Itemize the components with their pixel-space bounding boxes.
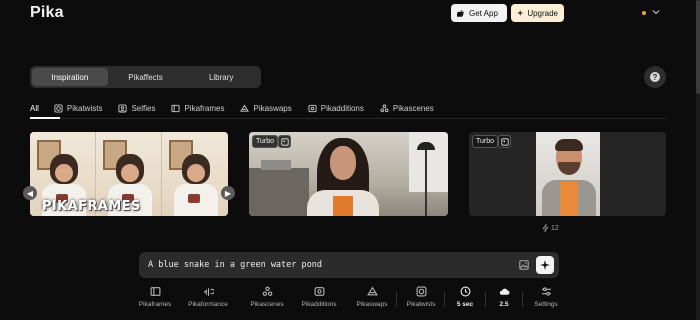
tool-pikaframes[interactable]: Pikaframes: [130, 286, 180, 312]
swap-icon: [240, 103, 250, 112]
chevron-down-icon[interactable]: [651, 7, 661, 17]
tool-label: Pikaformance: [188, 301, 228, 308]
category-selfies[interactable]: Selfies: [118, 104, 155, 113]
carousel-prev-button[interactable]: ◀: [23, 186, 37, 200]
scenes-icon: [380, 104, 389, 112]
prompt-input[interactable]: A blue snake in a green water pond: [148, 260, 322, 270]
gallery-card-turbo-woman[interactable]: Turbo: [249, 132, 448, 216]
cloud-icon: [499, 288, 509, 295]
twist-icon: [54, 103, 63, 113]
remix-icon: [500, 137, 509, 146]
get-app-button[interactable]: Get App: [451, 4, 507, 22]
clock-icon: [460, 286, 470, 297]
tool-pikaformance[interactable]: Pikaformance: [183, 286, 233, 312]
upgrade-button[interactable]: Upgrade: [511, 4, 564, 22]
tab-pikaffects[interactable]: Pikaffects: [108, 68, 184, 86]
carousel-next-button[interactable]: ▶: [221, 186, 235, 200]
sparkle-icon: [540, 260, 550, 270]
get-app-label: Get App: [469, 8, 498, 18]
remix-icon: [280, 137, 289, 146]
tool-label: Pikaframes: [138, 301, 172, 308]
category-pikatwists[interactable]: Pikatwists: [54, 103, 103, 113]
like-count-value: 12: [551, 224, 559, 232]
prompt-bar: A blue snake in a green water pond: [139, 252, 559, 278]
page-scrollbar[interactable]: [696, 0, 700, 320]
category-pikaswaps[interactable]: Pikaswaps: [240, 103, 292, 113]
bolt-icon: [542, 224, 549, 232]
category-pikascenes[interactable]: Pikascenes: [380, 104, 434, 113]
category-all[interactable]: All: [30, 104, 39, 113]
tab-library[interactable]: Library: [183, 68, 259, 86]
pikascenes-icon: [262, 286, 272, 296]
category-pikadditions[interactable]: Pikadditions: [308, 104, 364, 113]
help-icon: ?: [650, 72, 660, 82]
category-label: Pikascenes: [392, 103, 434, 113]
category-label: Pikaframes: [184, 103, 225, 113]
tool-label: 5 sec: [456, 301, 474, 308]
pikaswaps-icon: [366, 286, 378, 296]
tool-pikatwists[interactable]: Pikatwists: [396, 286, 446, 312]
sparkle-icon: [517, 9, 524, 17]
remix-button[interactable]: [278, 135, 291, 148]
tool-pikaswaps[interactable]: Pikaswaps: [347, 286, 397, 312]
category-divider: [30, 118, 666, 119]
upgrade-label: Upgrade: [527, 8, 558, 18]
tool-label: Pikascenes: [250, 301, 284, 308]
turbo-badge: Turbo: [472, 135, 499, 148]
tool-label: Pikatwists: [406, 301, 436, 308]
category-label: Pikatwists: [66, 103, 103, 113]
pika-logo[interactable]: Pika: [30, 4, 64, 22]
category-label: Selfies: [131, 103, 156, 113]
selfie-icon: [118, 103, 128, 113]
category-label: Pikadditions: [320, 103, 364, 113]
main-tabs: Inspiration Pikaffects Library: [30, 66, 261, 88]
apple-icon: [457, 9, 465, 17]
turbo-badge: Turbo: [252, 135, 279, 148]
gallery-card-turbo-man[interactable]: Turbo: [469, 132, 666, 216]
additions-icon: [308, 104, 317, 112]
category-label: All: [30, 103, 39, 113]
category-label: Pikaswaps: [253, 103, 292, 113]
pikaframes-icon: [150, 287, 160, 296]
frames-icon: [171, 104, 181, 112]
scrollbar-thumb[interactable]: [696, 0, 700, 94]
tab-inspiration[interactable]: Inspiration: [32, 68, 108, 86]
tool-settings[interactable]: Settings: [521, 286, 571, 312]
active-category-underline: [30, 117, 60, 119]
pika-page: Pika Get App Upgrade Inspiration Pikaffe…: [0, 0, 700, 320]
settings-icon: [541, 287, 551, 296]
tool-pikascenes[interactable]: Pikascenes: [242, 286, 292, 312]
pikadditions-icon: [314, 287, 324, 296]
gallery-card-pikaframes[interactable]: PIKAFRAMES: [30, 132, 228, 216]
category-filter-bar: All Pikatwists Selfies Pikaframes Pikasw…: [30, 100, 450, 116]
remix-button[interactable]: [498, 135, 511, 148]
tool-pikadditions[interactable]: Pikadditions: [294, 286, 344, 312]
image-upload-icon[interactable]: [519, 260, 529, 270]
category-pikaframes[interactable]: Pikaframes: [171, 104, 224, 113]
notification-dot: [642, 11, 646, 15]
pikaframes-panel: [162, 132, 228, 216]
tool-label: 2.5: [499, 301, 509, 308]
tool-label: Pikadditions: [301, 301, 337, 308]
video-thumbnail: [536, 132, 600, 216]
tool-label: Pikaswaps: [356, 301, 388, 308]
like-count[interactable]: 12: [542, 224, 559, 232]
pikaformance-icon: [203, 288, 214, 296]
card-overlay-title: PIKAFRAMES: [42, 199, 141, 214]
generate-button[interactable]: [536, 256, 554, 274]
help-button[interactable]: ?: [644, 66, 666, 88]
tool-label: Settings: [534, 301, 558, 308]
pikatwists-icon: [416, 286, 426, 297]
